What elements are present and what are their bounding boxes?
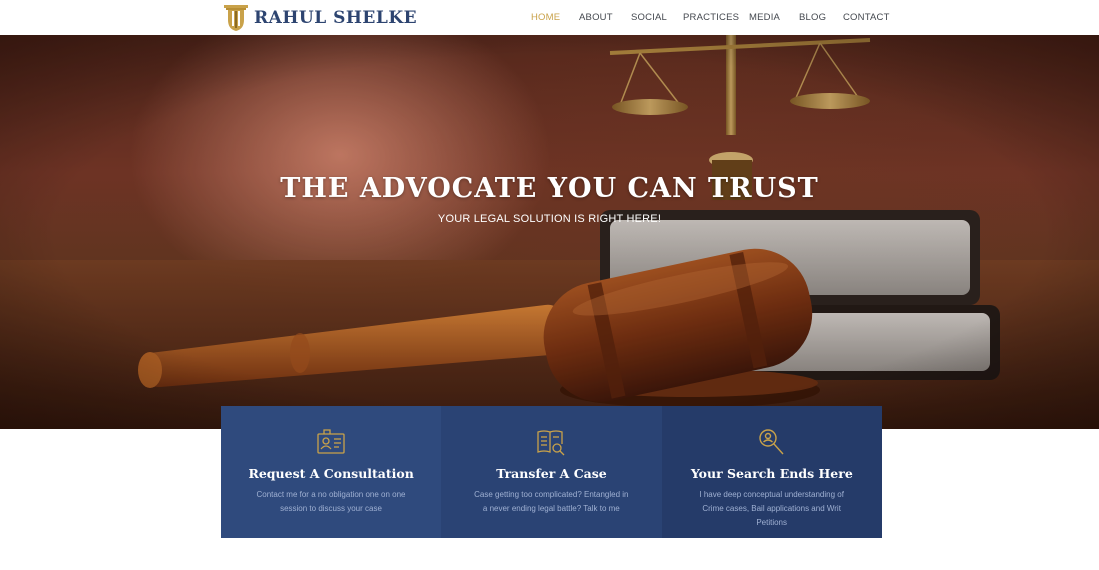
nav-blog[interactable]: BLOG [799,12,826,23]
gavel-scales-image [0,35,1099,429]
feature-title: Transfer A Case [496,466,607,481]
nav-about[interactable]: ABOUT [579,12,613,23]
id-card-icon [221,428,441,458]
nav-social[interactable]: SOCIAL [631,12,667,23]
hero-title: THE ADVOCATE YOU CAN TRUST [280,173,819,204]
hero-banner: THE ADVOCATE YOU CAN TRUST YOUR LEGAL SO… [0,35,1099,429]
feature-cards: Request A Consultation Contact me for a … [221,406,882,538]
feature-description: Case getting too complicated? Entangled … [474,490,629,513]
book-search-icon [441,428,661,458]
feature-card-transfer[interactable]: Transfer A Case Case getting too complic… [441,406,662,538]
pillar-icon [222,3,250,32]
brand-name: RAHUL SHELKE [254,7,418,28]
nav-contact[interactable]: CONTACT [843,12,890,23]
nav-practices[interactable]: PRACTICES [683,12,739,23]
feature-card-search[interactable]: Your Search Ends Here I have deep concep… [661,406,882,538]
feature-description: I have deep conceptual understanding of … [699,490,844,527]
feature-card-consultation[interactable]: Request A Consultation Contact me for a … [221,406,442,538]
hero-subtitle: YOUR LEGAL SOLUTION IS RIGHT HERE! [437,213,662,225]
nav-home[interactable]: HOME [531,12,560,23]
site-header: RAHUL SHELKE HOME ABOUT SOCIAL PRACTICES… [0,0,1099,35]
feature-title: Your Search Ends Here [690,466,853,481]
feature-title: Request A Consultation [248,466,414,481]
logo[interactable]: RAHUL SHELKE [222,3,417,32]
magnifier-person-icon [662,428,882,458]
nav-media[interactable]: MEDIA [749,12,780,23]
feature-description: Contact me for a no obligation one on on… [256,490,406,513]
